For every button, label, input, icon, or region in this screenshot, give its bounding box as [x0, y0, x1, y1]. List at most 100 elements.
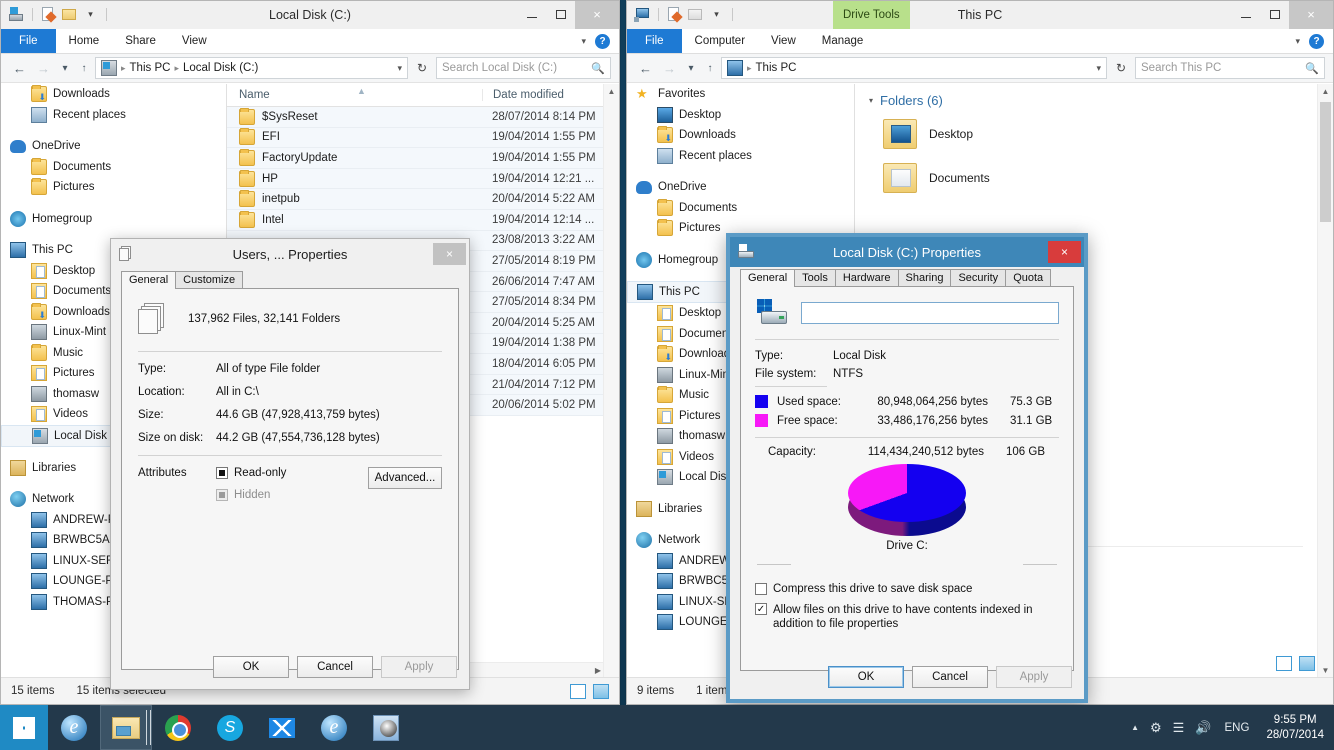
- back-button[interactable]: ←: [635, 58, 656, 79]
- help-icon[interactable]: ?: [595, 33, 610, 49]
- refresh-button[interactable]: ↻: [1110, 57, 1132, 79]
- volume-label-input[interactable]: [801, 302, 1059, 324]
- ribbon-tab-home[interactable]: Home: [56, 29, 113, 53]
- nav-item-desktop[interactable]: Desktop: [627, 105, 854, 126]
- breadcrumb-current[interactable]: Local Disk (C:): [183, 62, 258, 74]
- close-icon[interactable]: ×: [1048, 241, 1081, 263]
- users-dialog-tabstrip[interactable]: General Customize: [111, 269, 469, 289]
- start-button[interactable]: [0, 705, 48, 750]
- checkbox-checked-icon[interactable]: ✓: [755, 603, 767, 615]
- nav-item-onedrive[interactable]: OneDrive: [1, 136, 226, 157]
- new-folder-icon[interactable]: [61, 6, 78, 23]
- disk-dialog-titlebar[interactable]: Local Disk (C:) Properties ×: [730, 237, 1084, 267]
- file-explorer-taskbar-icon[interactable]: [100, 705, 152, 750]
- refresh-button[interactable]: ↻: [411, 57, 433, 79]
- chevron-down-icon[interactable]: ▾: [82, 6, 99, 23]
- close-button[interactable]: ×: [575, 0, 619, 29]
- scroll-right-icon[interactable]: ▶: [595, 663, 601, 678]
- right-window-controls[interactable]: ×: [1231, 0, 1333, 29]
- tab-general[interactable]: General: [121, 271, 177, 289]
- checkbox-indeterminate-dim-icon[interactable]: [216, 489, 228, 501]
- table-row[interactable]: EFI 19/04/2014 1:55 PM: [227, 127, 619, 149]
- ribbon-tab-share[interactable]: Share: [112, 29, 169, 53]
- ribbon-tab-manage[interactable]: Manage: [809, 29, 877, 53]
- table-row[interactable]: inetpub 20/04/2014 5:22 AM: [227, 189, 619, 210]
- ribbon-tab-computer[interactable]: Computer: [682, 29, 759, 53]
- users-dialog-titlebar[interactable]: Users, ... Properties ×: [111, 239, 469, 269]
- scroll-up-icon[interactable]: ▲: [1318, 84, 1333, 100]
- left-window-controls[interactable]: ×: [517, 0, 619, 29]
- recent-locations-chevron-icon[interactable]: ▾: [57, 58, 73, 79]
- right-ribbon-tabs[interactable]: File Computer View Manage ▾ ?: [627, 29, 1333, 54]
- advanced-button[interactable]: Advanced...: [368, 467, 442, 489]
- users-properties-dialog[interactable]: Users, ... Properties × General Customiz…: [110, 238, 470, 690]
- nav-item-recent-places[interactable]: Recent places: [627, 146, 854, 167]
- table-row[interactable]: FactoryUpdate 19/04/2014 1:55 PM: [227, 148, 619, 169]
- tab-customize[interactable]: Customize: [175, 271, 244, 288]
- taskbar[interactable]: S ▲ ⚙ ☰ 🔊 ENG 9:55 PM 28/07/2014: [0, 705, 1334, 750]
- search-input[interactable]: Search Local Disk (C:) 🔍: [436, 57, 611, 79]
- table-row[interactable]: $SysReset 28/07/2014 8:14 PM: [227, 107, 619, 128]
- cancel-button[interactable]: Cancel: [912, 666, 988, 688]
- skype-taskbar-icon[interactable]: S: [204, 705, 256, 750]
- breadcrumb-dropdown-icon[interactable]: ▾: [397, 63, 402, 74]
- close-icon[interactable]: ×: [433, 243, 466, 265]
- breadcrumb[interactable]: ▸ This PC ▾: [721, 57, 1107, 79]
- chevron-down-icon[interactable]: ▾: [708, 6, 725, 23]
- checkbox-read-only[interactable]: Read-only: [216, 467, 368, 479]
- ribbon-expand-chevron-icon[interactable]: ▾: [581, 36, 586, 47]
- new-folder-icon[interactable]: [687, 6, 704, 23]
- internet-explorer-taskbar-icon[interactable]: [48, 705, 100, 750]
- internet-explorer-2-taskbar-icon[interactable]: [308, 705, 360, 750]
- vscroll-thumb[interactable]: [1320, 102, 1331, 222]
- ok-button[interactable]: OK: [213, 656, 289, 678]
- show-hidden-icons-icon[interactable]: ▲: [1131, 723, 1139, 732]
- close-button[interactable]: ×: [1289, 0, 1333, 29]
- right-address-bar[interactable]: ← → ▾ ↑ ▸ This PC ▾ ↻ Search This PC 🔍: [627, 54, 1333, 83]
- left-address-bar[interactable]: ← → ▾ ↑ ▸ This PC ▸ Local Disk (C:) ▾ ↻ …: [1, 54, 619, 83]
- left-titlebar[interactable]: ▾ Local Disk (C:) ×: [1, 0, 619, 29]
- breadcrumb-current[interactable]: This PC: [756, 62, 797, 74]
- maximize-button[interactable]: [1260, 1, 1289, 29]
- details-view-button[interactable]: [570, 683, 586, 699]
- tile-item-desktop[interactable]: Desktop: [855, 112, 1333, 156]
- language-indicator[interactable]: ENG: [1223, 722, 1250, 734]
- quick-access-toolbar[interactable]: ▾: [1, 1, 110, 28]
- back-button[interactable]: ←: [9, 58, 30, 79]
- this-pc-icon[interactable]: [634, 6, 651, 23]
- large-icons-view-button[interactable]: [593, 683, 609, 699]
- tab-quota[interactable]: Quota: [1005, 269, 1052, 286]
- clock[interactable]: 9:55 PM 28/07/2014: [1260, 713, 1324, 743]
- nav-item-documents[interactable]: Documents: [1, 157, 226, 178]
- maximize-button[interactable]: [546, 1, 575, 29]
- left-column-headers[interactable]: Name ▲ Date modified: [227, 84, 619, 107]
- properties-icon[interactable]: [666, 6, 683, 23]
- ribbon-tab-view[interactable]: View: [758, 29, 809, 53]
- minimize-button[interactable]: [1231, 1, 1260, 29]
- checkbox-indeterminate-icon[interactable]: [216, 467, 228, 479]
- ribbon-tab-view[interactable]: View: [169, 29, 220, 53]
- ribbon-expand-chevron-icon[interactable]: ▾: [1295, 36, 1300, 47]
- nav-item-downloads[interactable]: Downloads: [627, 125, 854, 146]
- tab-hardware[interactable]: Hardware: [834, 269, 899, 286]
- chrome-taskbar-icon[interactable]: [152, 705, 204, 750]
- local-disk-properties-dialog[interactable]: Local Disk (C:) Properties × General Too…: [726, 233, 1088, 703]
- action-center-icon[interactable]: ⚙: [1150, 720, 1162, 736]
- cancel-button[interactable]: Cancel: [297, 656, 373, 678]
- left-ribbon-tabs[interactable]: File Home Share View ▾ ?: [1, 29, 619, 54]
- left-file-scrollbar[interactable]: ▲: [603, 84, 619, 679]
- drive-icon[interactable]: [8, 6, 25, 23]
- tab-general[interactable]: General: [740, 269, 796, 287]
- nav-item-downloads[interactable]: Downloads: [1, 84, 226, 105]
- right-view-buttons[interactable]: [1276, 656, 1315, 671]
- tab-sharing[interactable]: Sharing: [897, 269, 952, 286]
- help-icon[interactable]: ?: [1309, 33, 1324, 49]
- nav-item-pictures[interactable]: Pictures: [1, 177, 226, 198]
- scroll-up-icon[interactable]: ▲: [604, 84, 619, 100]
- nav-item-onedrive[interactable]: OneDrive: [627, 177, 854, 198]
- table-row[interactable]: HP 19/04/2014 12:21 ...: [227, 168, 619, 190]
- nav-item-documents[interactable]: Documents: [627, 198, 854, 219]
- disk-dialog-buttons[interactable]: OK Cancel Apply: [828, 666, 1072, 688]
- details-view-button[interactable]: [1276, 656, 1292, 671]
- breadcrumb-this-pc[interactable]: This PC: [130, 62, 171, 74]
